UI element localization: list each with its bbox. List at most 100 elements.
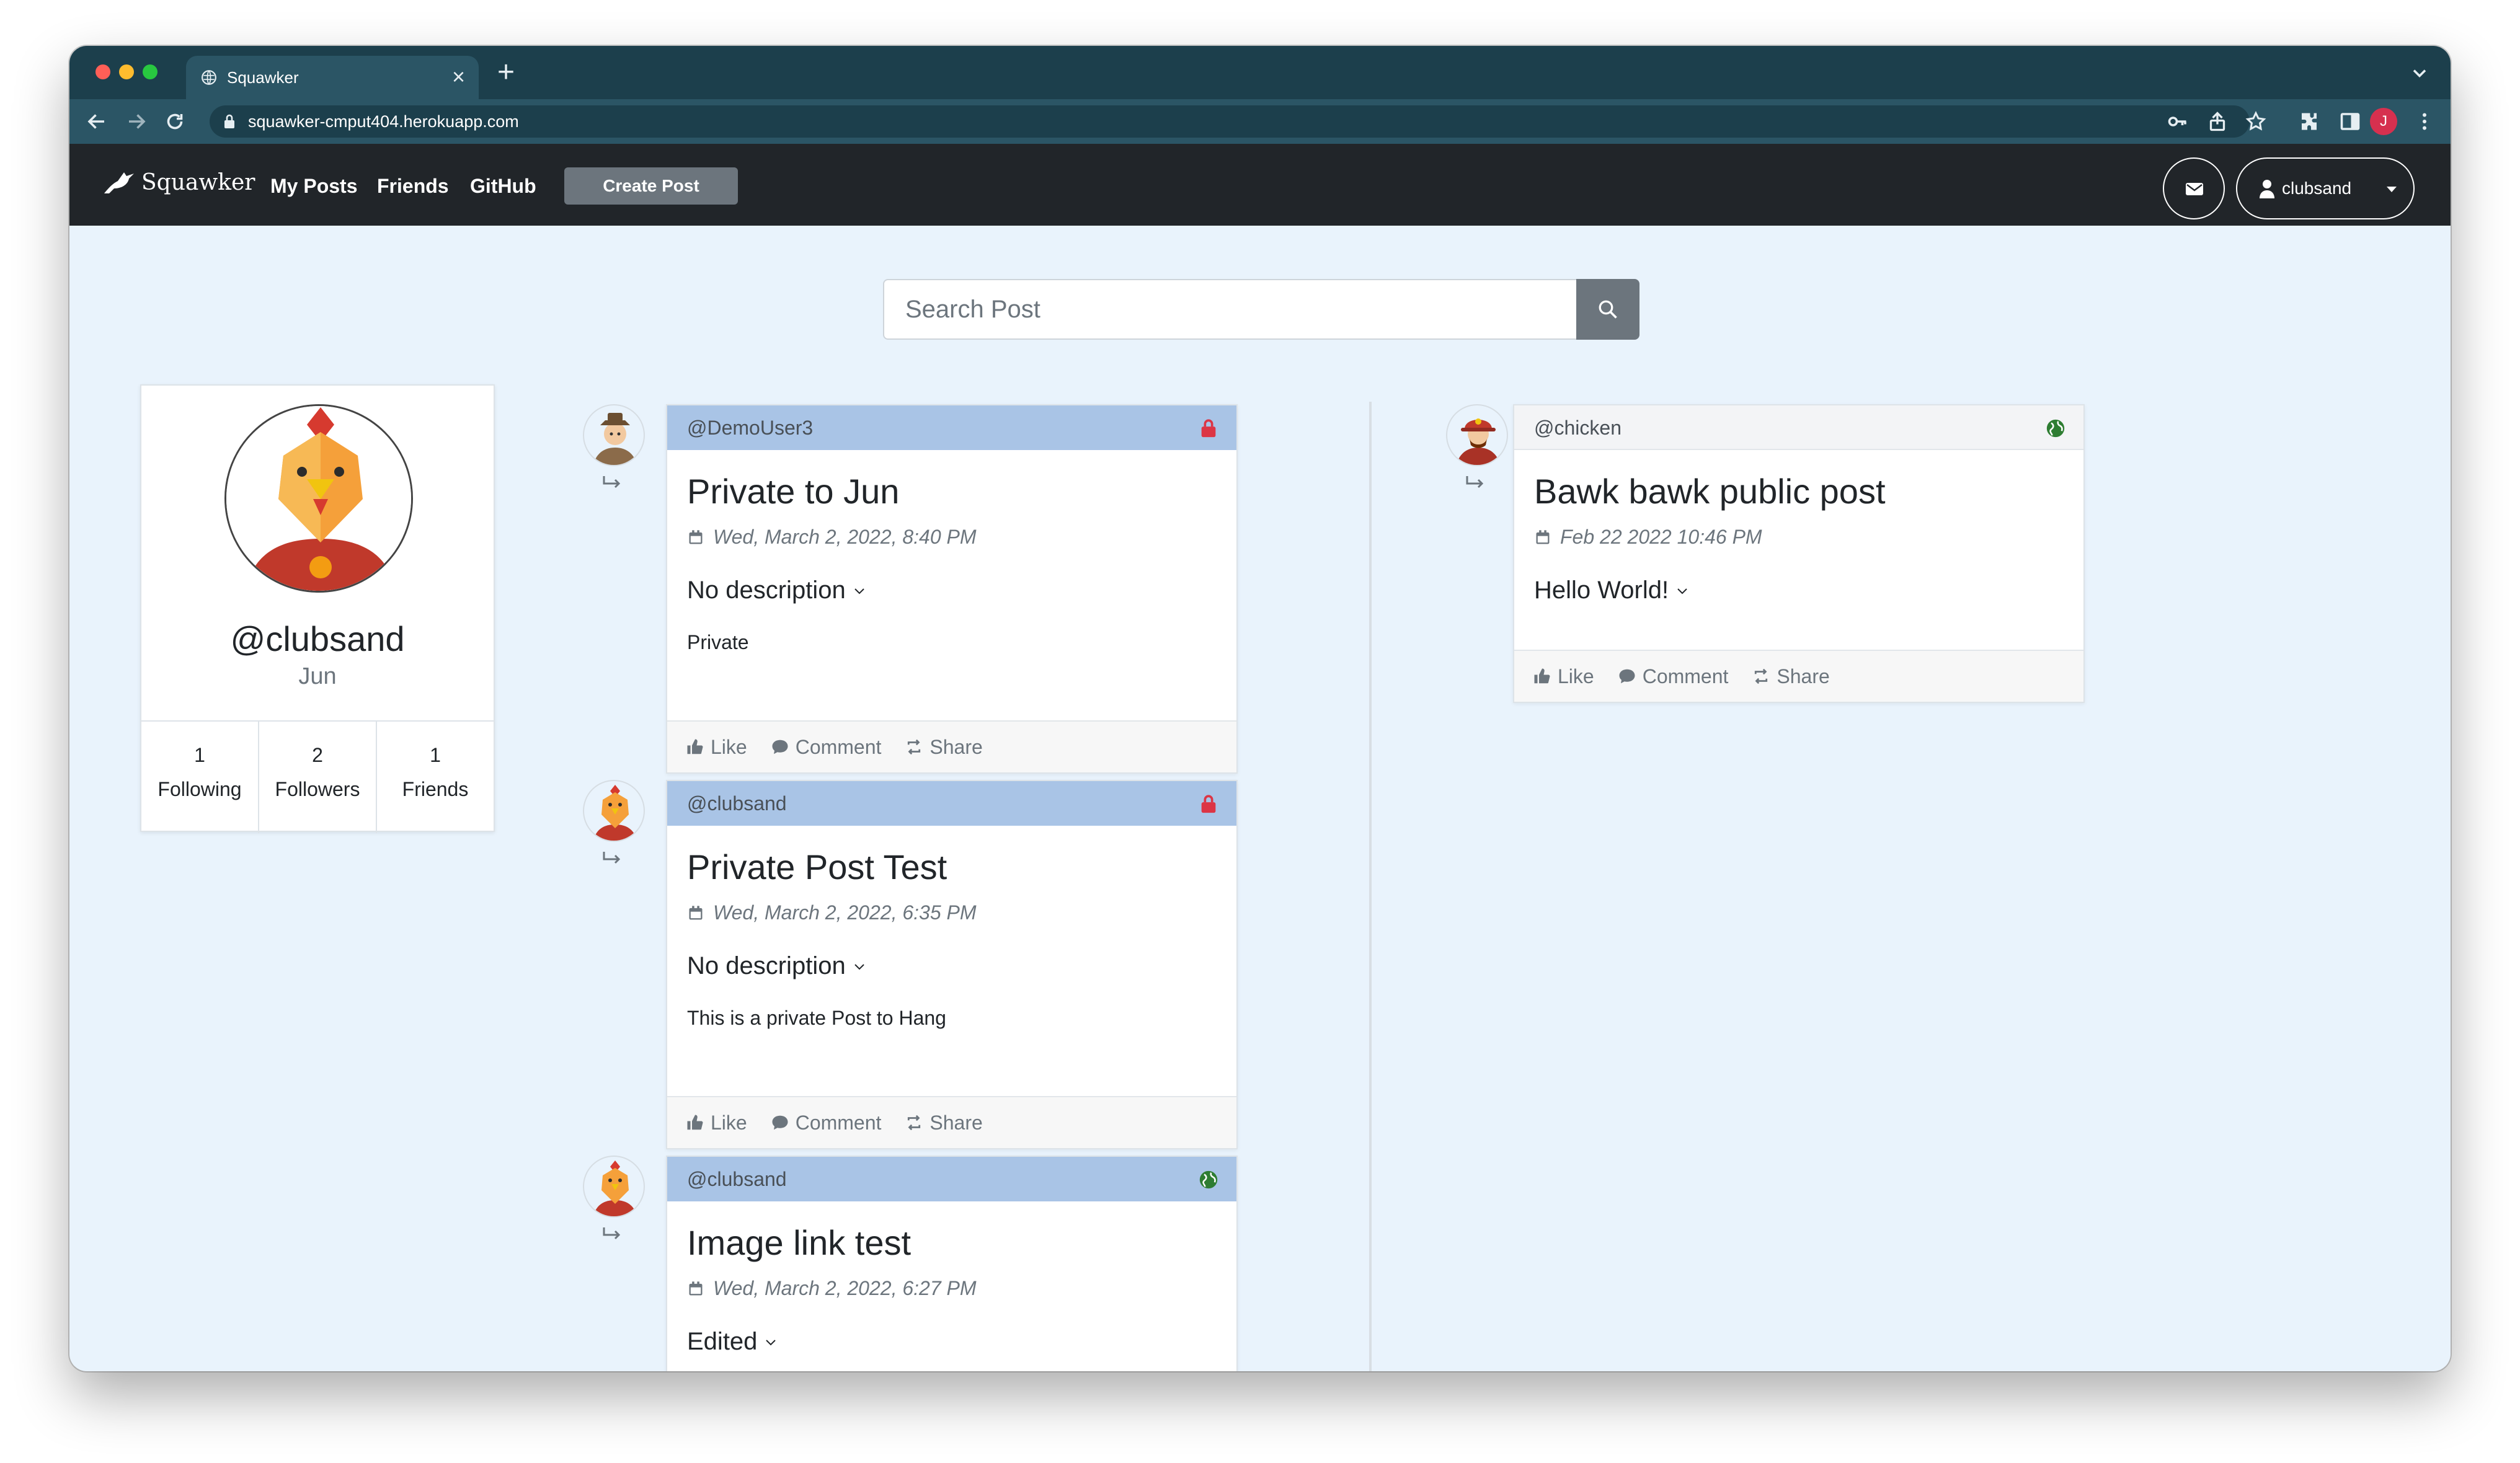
post-title[interactable]: Bawk bawk public post [1534, 471, 1886, 511]
post-author[interactable]: @clubsand [687, 1168, 787, 1191]
share-icon[interactable] [2206, 110, 2229, 133]
post-title[interactable]: Image link test [687, 1222, 911, 1263]
stat-label: Friends [402, 778, 469, 800]
app-navbar: Squawker My Posts Friends GitHub Create … [69, 144, 2451, 226]
profile-card: @clubsand Jun 1 Following 2 Followers 1 … [140, 384, 495, 833]
back-arrow-icon[interactable] [86, 110, 108, 133]
nav-github[interactable]: GitHub [470, 175, 536, 198]
thumbs-up-icon [1534, 668, 1550, 684]
comment-icon [772, 1115, 788, 1130]
like-button[interactable]: Like [1533, 665, 1594, 688]
minimize-window-button[interactable] [119, 64, 134, 79]
search-bar [883, 279, 1639, 340]
post-author-avatar[interactable] [583, 780, 645, 842]
side-panel-icon[interactable] [2339, 110, 2361, 133]
post-date: Wed, March 2, 2022, 6:27 PM [687, 1277, 977, 1300]
browser-tab[interactable]: Squawker × [186, 56, 479, 99]
brand-name: Squawker [141, 169, 255, 195]
chevron-down-icon [854, 963, 864, 970]
lock-icon [1201, 419, 1216, 438]
share-label: Share [929, 1111, 983, 1134]
comment-button[interactable]: Comment [771, 736, 881, 759]
maximize-window-button[interactable] [143, 64, 158, 79]
post-actions: Like Comment Share [1514, 650, 2083, 702]
like-button[interactable]: Like [686, 736, 747, 759]
url-text: squawker-cmput404.herokuapp.com [248, 112, 519, 131]
stat-value: 1 [194, 744, 205, 766]
reply-arrow-icon[interactable] [601, 849, 624, 868]
chevron-down-icon[interactable] [2408, 62, 2431, 84]
rooster-avatar-icon [593, 1160, 637, 1216]
create-post-button[interactable]: Create Post [564, 167, 738, 205]
reply-arrow-icon[interactable] [1465, 474, 1487, 492]
post-date: Feb 22 2022 10:46 PM [1534, 526, 1762, 549]
share-button[interactable]: Share [905, 1111, 983, 1134]
search-button[interactable] [1576, 279, 1639, 340]
globe-icon [2046, 419, 2065, 438]
stat-label: Following [158, 778, 242, 800]
key-icon[interactable] [2167, 110, 2189, 133]
close-window-button[interactable] [95, 64, 110, 79]
post-author[interactable]: @clubsand [687, 792, 787, 815]
share-button[interactable]: Share [905, 735, 983, 759]
post-author-avatar[interactable] [583, 1156, 645, 1218]
forward-arrow-icon[interactable] [125, 110, 148, 133]
post-card: @clubsand Image link test Wed, March 2, … [666, 1156, 1238, 1371]
nav-friends[interactable]: Friends [377, 175, 449, 198]
stat-label: Followers [275, 778, 360, 800]
comment-button[interactable]: Comment [1618, 665, 1728, 688]
share-label: Share [929, 735, 983, 758]
firefighter-avatar-icon [1456, 418, 1501, 465]
envelope-icon [2186, 183, 2203, 195]
close-tab-icon[interactable]: × [452, 64, 465, 89]
calendar-icon [1536, 529, 1550, 544]
post-description-toggle[interactable]: Hello World! [1534, 577, 1690, 604]
post-card: @chicken Bawk bawk public post Feb 22 20… [1513, 404, 2085, 703]
post-author[interactable]: @chicken [1534, 417, 1622, 440]
like-button[interactable]: Like [686, 1112, 747, 1134]
post-title[interactable]: Private to Jun [687, 471, 899, 511]
post-description-toggle[interactable]: Edited [687, 1328, 778, 1356]
extensions-icon[interactable] [2298, 110, 2320, 133]
reload-icon[interactable] [164, 110, 186, 133]
post-description-toggle[interactable]: No description [687, 577, 867, 604]
comment-button[interactable]: Comment [771, 1111, 882, 1134]
browser-profile-avatar[interactable]: J [2370, 108, 2397, 135]
post-author-avatar[interactable] [1446, 404, 1508, 466]
nav-my-posts[interactable]: My Posts [270, 175, 357, 198]
calendar-icon [689, 529, 703, 544]
profile-avatar[interactable] [224, 404, 413, 593]
globe-icon [1199, 1170, 1218, 1189]
inbox-button[interactable] [2163, 157, 2225, 219]
user-menu-button[interactable]: clubsand [2236, 157, 2415, 219]
post-title[interactable]: Private Post Test [687, 847, 947, 887]
new-tab-button[interactable]: + [497, 57, 515, 88]
more-menu-icon[interactable] [2413, 110, 2436, 133]
brand-logo[interactable]: Squawker [103, 169, 255, 196]
profile-handle: @clubsand [230, 619, 405, 658]
post-author[interactable]: @DemoUser3 [687, 417, 813, 440]
stat-followers[interactable]: 2 Followers [259, 722, 377, 833]
share-label: Share [1777, 665, 1830, 687]
post-date-text: Wed, March 2, 2022, 6:35 PM [713, 901, 977, 924]
tab-title: Squawker [227, 68, 299, 87]
lock-icon [1201, 795, 1216, 813]
post-description: Hello World! [1534, 577, 1669, 604]
reply-arrow-icon[interactable] [601, 1225, 624, 1244]
stat-friends[interactable]: 1 Friends [377, 722, 494, 833]
comment-label: Comment [795, 1111, 882, 1134]
bird-logo-icon [104, 172, 134, 193]
post-actions: Like Comment Share [667, 1096, 1236, 1148]
browser-window: Squawker × + squawker-cmput404.herokuapp… [69, 46, 2451, 1371]
share-button[interactable]: Share [1752, 665, 1830, 688]
post-author-avatar[interactable] [583, 404, 645, 466]
post-description-toggle[interactable]: No description [687, 952, 867, 980]
post-date-text: Wed, March 2, 2022, 8:40 PM [713, 526, 977, 548]
address-bar[interactable]: squawker-cmput404.herokuapp.com [210, 105, 2250, 138]
search-icon [1599, 300, 1617, 319]
star-icon[interactable] [2245, 110, 2267, 133]
stat-following[interactable]: 1 Following [141, 722, 259, 833]
rooster-avatar-icon [593, 785, 637, 841]
search-input[interactable] [883, 279, 1577, 340]
reply-arrow-icon[interactable] [601, 474, 624, 492]
